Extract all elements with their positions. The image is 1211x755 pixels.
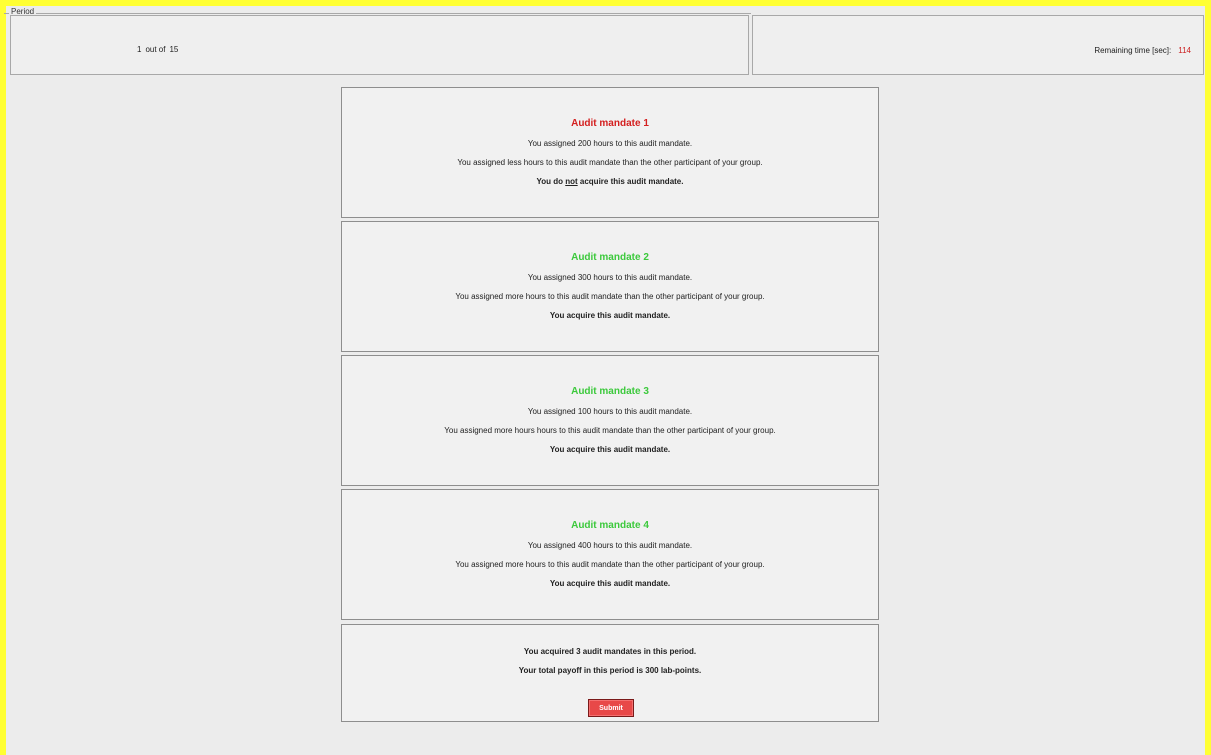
period-indicator: 1 out of 15 [137, 45, 178, 54]
remaining-time-value: 114 [1178, 46, 1191, 55]
summary-panel: You acquired 3 audit mandates in this pe… [341, 624, 879, 722]
mandate-result: You acquire this audit mandate. [549, 445, 671, 454]
audit-mandate-panel-1: Audit mandate 1 You assigned 200 hours t… [341, 87, 879, 218]
mandate-hours: You assigned 400 hours to this audit man… [527, 541, 693, 550]
mandate-result: You acquire this audit mandate. [549, 579, 671, 588]
remaining-time-label: Remaining time [sec]: [1094, 46, 1172, 55]
mandate-result: You acquire this audit mandate. [549, 311, 671, 320]
period-total: 15 [169, 45, 179, 54]
audit-mandate-panel-4: Audit mandate 4 You assigned 400 hours t… [341, 489, 879, 620]
mandate-result-prefix: You do [536, 177, 566, 186]
submit-button[interactable]: Submit [588, 699, 634, 717]
mandate-result-not: not [565, 177, 578, 186]
mandate-result-suffix: acquire this audit mandate. [577, 177, 684, 186]
timer-panel: Remaining time [sec]: 114 [752, 15, 1204, 75]
mandate-hours: You assigned 300 hours to this audit man… [527, 273, 693, 282]
period-panel: 1 out of 15 [10, 15, 749, 75]
mandate-comparison: You assigned more hours hours to this au… [444, 426, 776, 435]
mandate-result: You do not acquire this audit mandate. [342, 177, 878, 186]
mandate-comparison: You assigned more hours to this audit ma… [455, 560, 765, 569]
period-current: 1 [137, 45, 142, 54]
mandate-title: Audit mandate 3 [571, 386, 649, 397]
mandate-comparison: You assigned more hours to this audit ma… [455, 292, 765, 301]
period-group-border [4, 13, 751, 14]
mandate-title: Audit mandate 4 [571, 520, 649, 531]
mandate-hours: You assigned 100 hours to this audit man… [527, 407, 693, 416]
audit-mandate-panel-2: Audit mandate 2 You assigned 300 hours t… [341, 221, 879, 352]
mandate-hours: You assigned 200 hours to this audit man… [527, 139, 693, 148]
mandate-title: Audit mandate 2 [571, 252, 649, 263]
remaining-time: Remaining time [sec]: 114 [1094, 46, 1191, 55]
payoff-summary: Your total payoff in this period is 300 … [518, 666, 702, 675]
audit-mandate-panel-3: Audit mandate 3 You assigned 100 hours t… [341, 355, 879, 486]
acquired-summary: You acquired 3 audit mandates in this pe… [523, 647, 697, 656]
period-out-of: out of [145, 45, 166, 54]
mandate-comparison: You assigned less hours to this audit ma… [457, 158, 763, 167]
mandate-title: Audit mandate 1 [571, 118, 649, 129]
